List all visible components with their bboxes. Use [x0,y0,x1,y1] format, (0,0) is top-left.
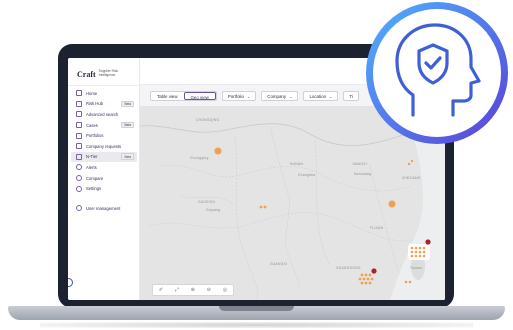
map-label-guangxi: GUANGXI [270,262,288,266]
location-dropdown[interactable]: Location ⌄ [303,90,339,101]
map-label-guizhou: GUIZHOU [198,200,216,204]
filter-bar: Table view Geo view Portfolio ⌄ Company ⌄ … [150,90,359,101]
brand-subtitle: Supplier Risk Intelligence [98,69,119,77]
sidebar: Craft Supplier Risk Intelligence Home Ri… [68,58,140,300]
supplier-marker [388,200,396,208]
supplier-cluster-guangdong [358,268,377,285]
bell-icon [76,164,82,171]
network-icon [76,153,82,160]
truncated-dropdown[interactable]: Ti [343,90,359,101]
draw-icon[interactable]: ✐ [159,287,163,293]
home-icon [76,90,82,97]
map-label-fujian: FUJIAN [370,226,384,230]
map-label-changsha: Changsha [298,173,316,177]
divider [68,85,140,86]
chevron-down-icon: ⌄ [246,93,251,99]
briefcase-icon [76,122,82,129]
sidebar-item-label: User management [86,205,121,211]
map-label-chongqing: Chongqing [190,156,209,160]
compare-icon [76,175,82,182]
brand-logo[interactable]: Craft Supplier Risk Intelligence [77,66,127,82]
sidebar-nav: Home Risk Hub Beta Advanced search Cases… [71,88,137,214]
sidebar-item-user-management[interactable]: User management [71,203,137,214]
sidebar-item-n-tier[interactable]: N-Tier Beta [71,151,137,163]
sidebar-item-company-requests[interactable]: Company requests [71,141,137,152]
sidebar-item-compare[interactable]: Compare [71,173,137,184]
map-label-guiyang: Guiyang [206,208,221,212]
supplier-marker [410,159,414,163]
sidebar-item-label: Alerts [86,164,97,170]
map-label-taiwan: Taiwan [410,266,423,270]
portfolio-dropdown-label: Portfolio [227,93,244,99]
sidebar-item-home[interactable]: Home [71,88,137,99]
sidebar-collapse-toggle[interactable] [68,278,73,287]
chevron-down-icon: ⌄ [289,93,293,99]
sidebar-item-label: Risk Hub [86,101,103,107]
portfolio-icon [76,132,82,139]
supplier-marker [263,205,267,209]
zoom-out-icon[interactable]: ⊖ [207,287,211,293]
hero-illustration: Craft Supplier Risk Intelligence Home Ri… [0,0,513,330]
sidebar-item-label: Cases [86,122,98,128]
sidebar-item-portfolios[interactable]: Portfolios [71,130,137,141]
sidebar-item-label: Advanced search [86,111,119,117]
company-dropdown-label: Company [267,93,287,99]
add-company-icon [76,143,82,150]
sidebar-item-risk-hub[interactable]: Risk Hub Beta [71,99,137,110]
supplier-marker [214,147,222,155]
users-icon [76,205,82,212]
map-label-hunan: HUNAN [290,162,304,166]
supplier-marker [407,162,411,166]
risk-hub-icon [76,100,82,107]
chevron-down-icon: ⌄ [329,93,333,99]
zoom-in-icon[interactable]: ⊕ [191,287,195,293]
tab-table-view[interactable]: Table view [151,92,184,100]
sidebar-item-settings[interactable]: Settings [71,183,137,194]
supplier-marker [259,205,263,209]
search-icon [76,111,82,118]
map-label-guangdong: GUANGDONG [336,266,361,270]
location-dropdown-label: Location [309,93,327,99]
brand-name: Craft [77,69,96,79]
expand-icon[interactable]: ⤢ [175,287,179,293]
sidebar-item-label: N-Tier [86,154,98,160]
truncated-dropdown-label: Ti [349,93,353,99]
sidebar-item-alerts[interactable]: Alerts [71,162,137,173]
portfolio-dropdown[interactable]: Portfolio ⌄ [221,90,257,101]
shield-head-icon [395,23,481,117]
map-label-nanchang: Nanchang [354,172,372,176]
company-dropdown[interactable]: Company ⌄ [261,90,299,101]
map-label-jiangxi: JIANGXI [352,162,367,166]
locate-icon[interactable]: ◎ [223,287,227,293]
laptop-shadow [40,322,473,328]
sidebar-item-label: Compare [86,175,104,181]
laptop-notch [219,306,294,311]
sidebar-item-cases[interactable]: Cases Beta [71,120,137,131]
sidebar-item-label: Company requests [86,143,122,149]
sidebar-item-label: Home [86,90,98,96]
tab-geo-view[interactable]: Geo view [183,91,216,100]
sidebar-item-label: Settings [86,186,102,192]
view-toggle: Table view Geo view [150,90,217,101]
map-label-zhejiang: ZHEJIANG [402,176,421,180]
map-toolbar: ✐ ⤢ ⊕ ⊖ ◎ [152,284,234,296]
beta-badge: Beta [121,121,134,129]
gear-icon [76,185,82,192]
sidebar-item-label: Portfolios [86,133,104,139]
sidebar-item-advanced-search[interactable]: Advanced search [71,109,137,120]
beta-badge: Beta [121,100,134,108]
beta-badge: Beta [121,153,134,161]
map-label-chongqing-region: CHONGQING [196,118,220,122]
